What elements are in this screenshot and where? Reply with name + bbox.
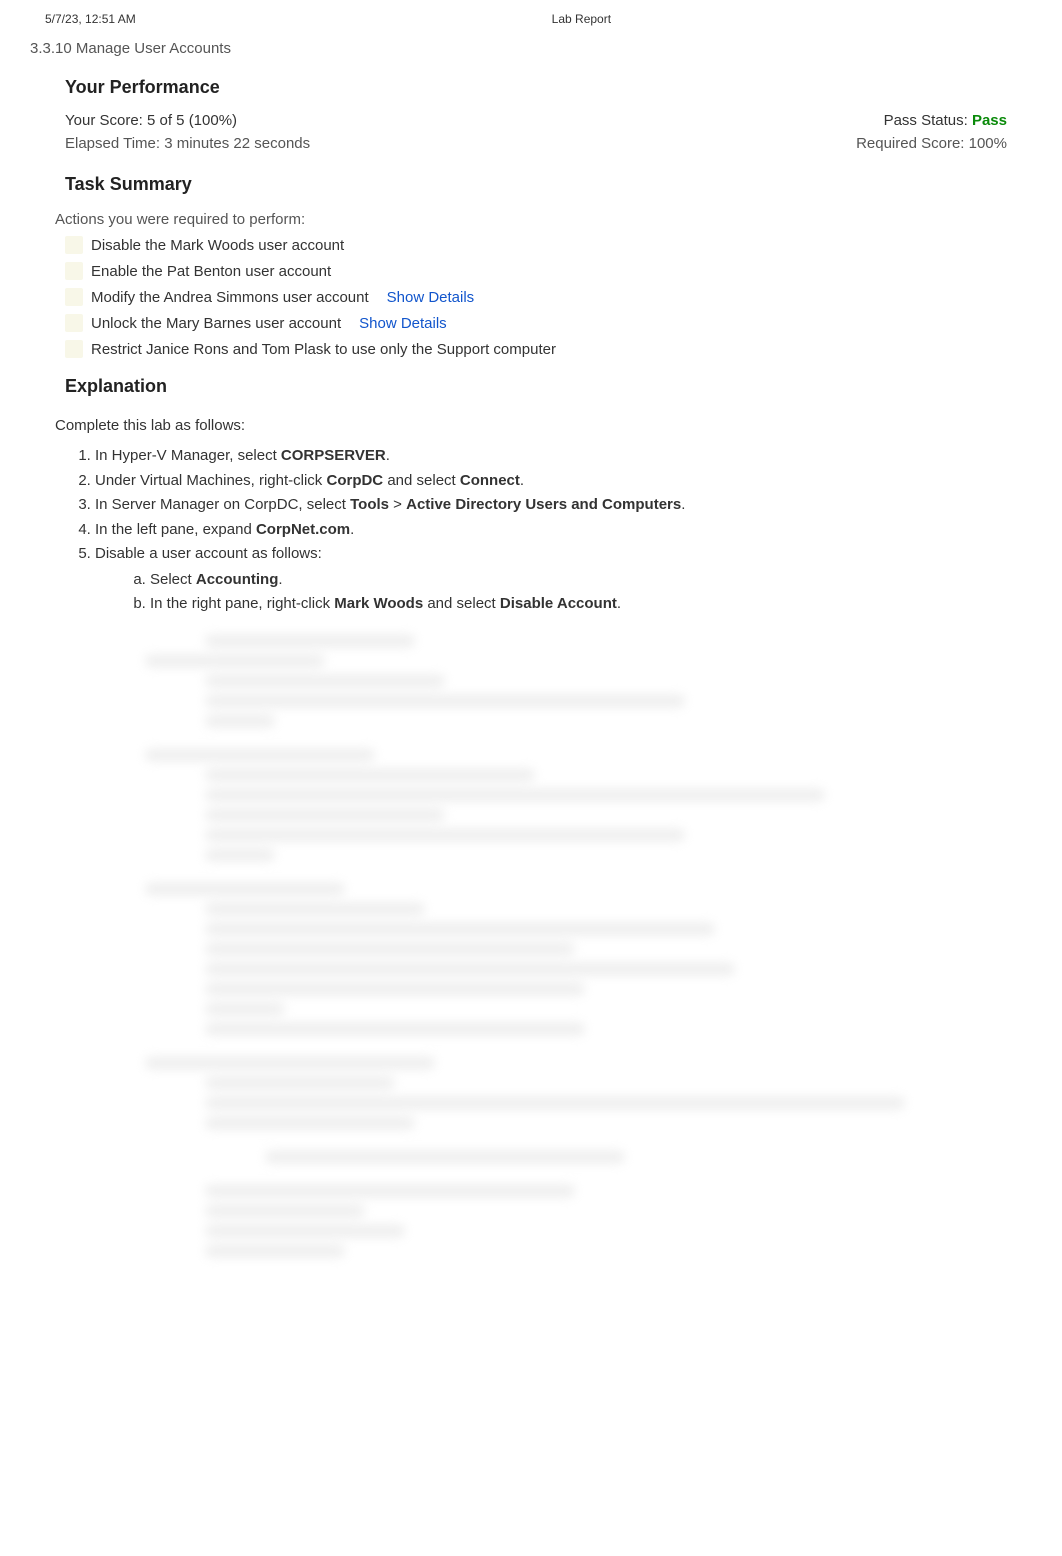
your-score: Your Score: 5 of 5 (100%) bbox=[65, 112, 237, 129]
check-icon bbox=[65, 340, 83, 358]
show-details-link[interactable]: Show Details bbox=[359, 315, 447, 332]
task-item: Enable the Pat Benton user account bbox=[65, 258, 1017, 284]
breadcrumb: 3.3.10 Manage User Accounts bbox=[0, 34, 1062, 63]
task-item: Unlock the Mary Barnes user account Show… bbox=[65, 310, 1017, 336]
task-summary-heading: Task Summary bbox=[55, 160, 1017, 205]
step-5b: In the right pane, right-click Mark Wood… bbox=[150, 592, 1017, 617]
score-row: Your Score: 5 of 5 (100%) Pass Status: P… bbox=[55, 108, 1017, 131]
check-icon bbox=[65, 262, 83, 280]
task-list: Disable the Mark Woods user account Enab… bbox=[55, 232, 1017, 362]
elapsed-time: Elapsed Time: 3 minutes 22 seconds bbox=[65, 135, 310, 152]
check-icon bbox=[65, 236, 83, 254]
blurred-content bbox=[55, 618, 1017, 1318]
check-icon bbox=[65, 314, 83, 332]
show-details-link[interactable]: Show Details bbox=[387, 289, 475, 306]
required-score: Required Score: 100% bbox=[856, 135, 1007, 152]
performance-heading: Your Performance bbox=[55, 63, 1017, 108]
explanation-intro: Complete this lab as follows: bbox=[55, 407, 1017, 444]
step-5: Disable a user account as follows: Selec… bbox=[95, 542, 1017, 618]
check-icon bbox=[65, 288, 83, 306]
print-header: 5/7/23, 12:51 AM Lab Report bbox=[0, 0, 1062, 34]
task-item: Modify the Andrea Simmons user account S… bbox=[65, 284, 1017, 310]
pass-status: Pass Status: Pass bbox=[884, 112, 1007, 129]
step-5a: Select Accounting. bbox=[150, 568, 1017, 593]
pass-value: Pass bbox=[972, 112, 1007, 129]
main-content: Your Performance Your Score: 5 of 5 (100… bbox=[0, 63, 1062, 1318]
task-item: Restrict Janice Rons and Tom Plask to us… bbox=[65, 336, 1017, 362]
step-2: Under Virtual Machines, right-click Corp… bbox=[95, 469, 1017, 494]
step-3: In Server Manager on CorpDC, select Tool… bbox=[95, 493, 1017, 518]
task-item: Disable the Mark Woods user account bbox=[65, 232, 1017, 258]
header-timestamp: 5/7/23, 12:51 AM bbox=[45, 12, 136, 26]
step-5-substeps: Select Accounting. In the right pane, ri… bbox=[95, 566, 1017, 617]
explanation-heading: Explanation bbox=[55, 362, 1017, 407]
step-4: In the left pane, expand CorpNet.com. bbox=[95, 518, 1017, 543]
step-1: In Hyper-V Manager, select CORPSERVER. bbox=[95, 444, 1017, 469]
actions-intro: Actions you were required to perform: bbox=[55, 205, 1017, 232]
explanation-steps: In Hyper-V Manager, select CORPSERVER. U… bbox=[55, 444, 1017, 618]
header-title: Lab Report bbox=[136, 12, 957, 26]
elapsed-row: Elapsed Time: 3 minutes 22 seconds Requi… bbox=[55, 131, 1017, 160]
